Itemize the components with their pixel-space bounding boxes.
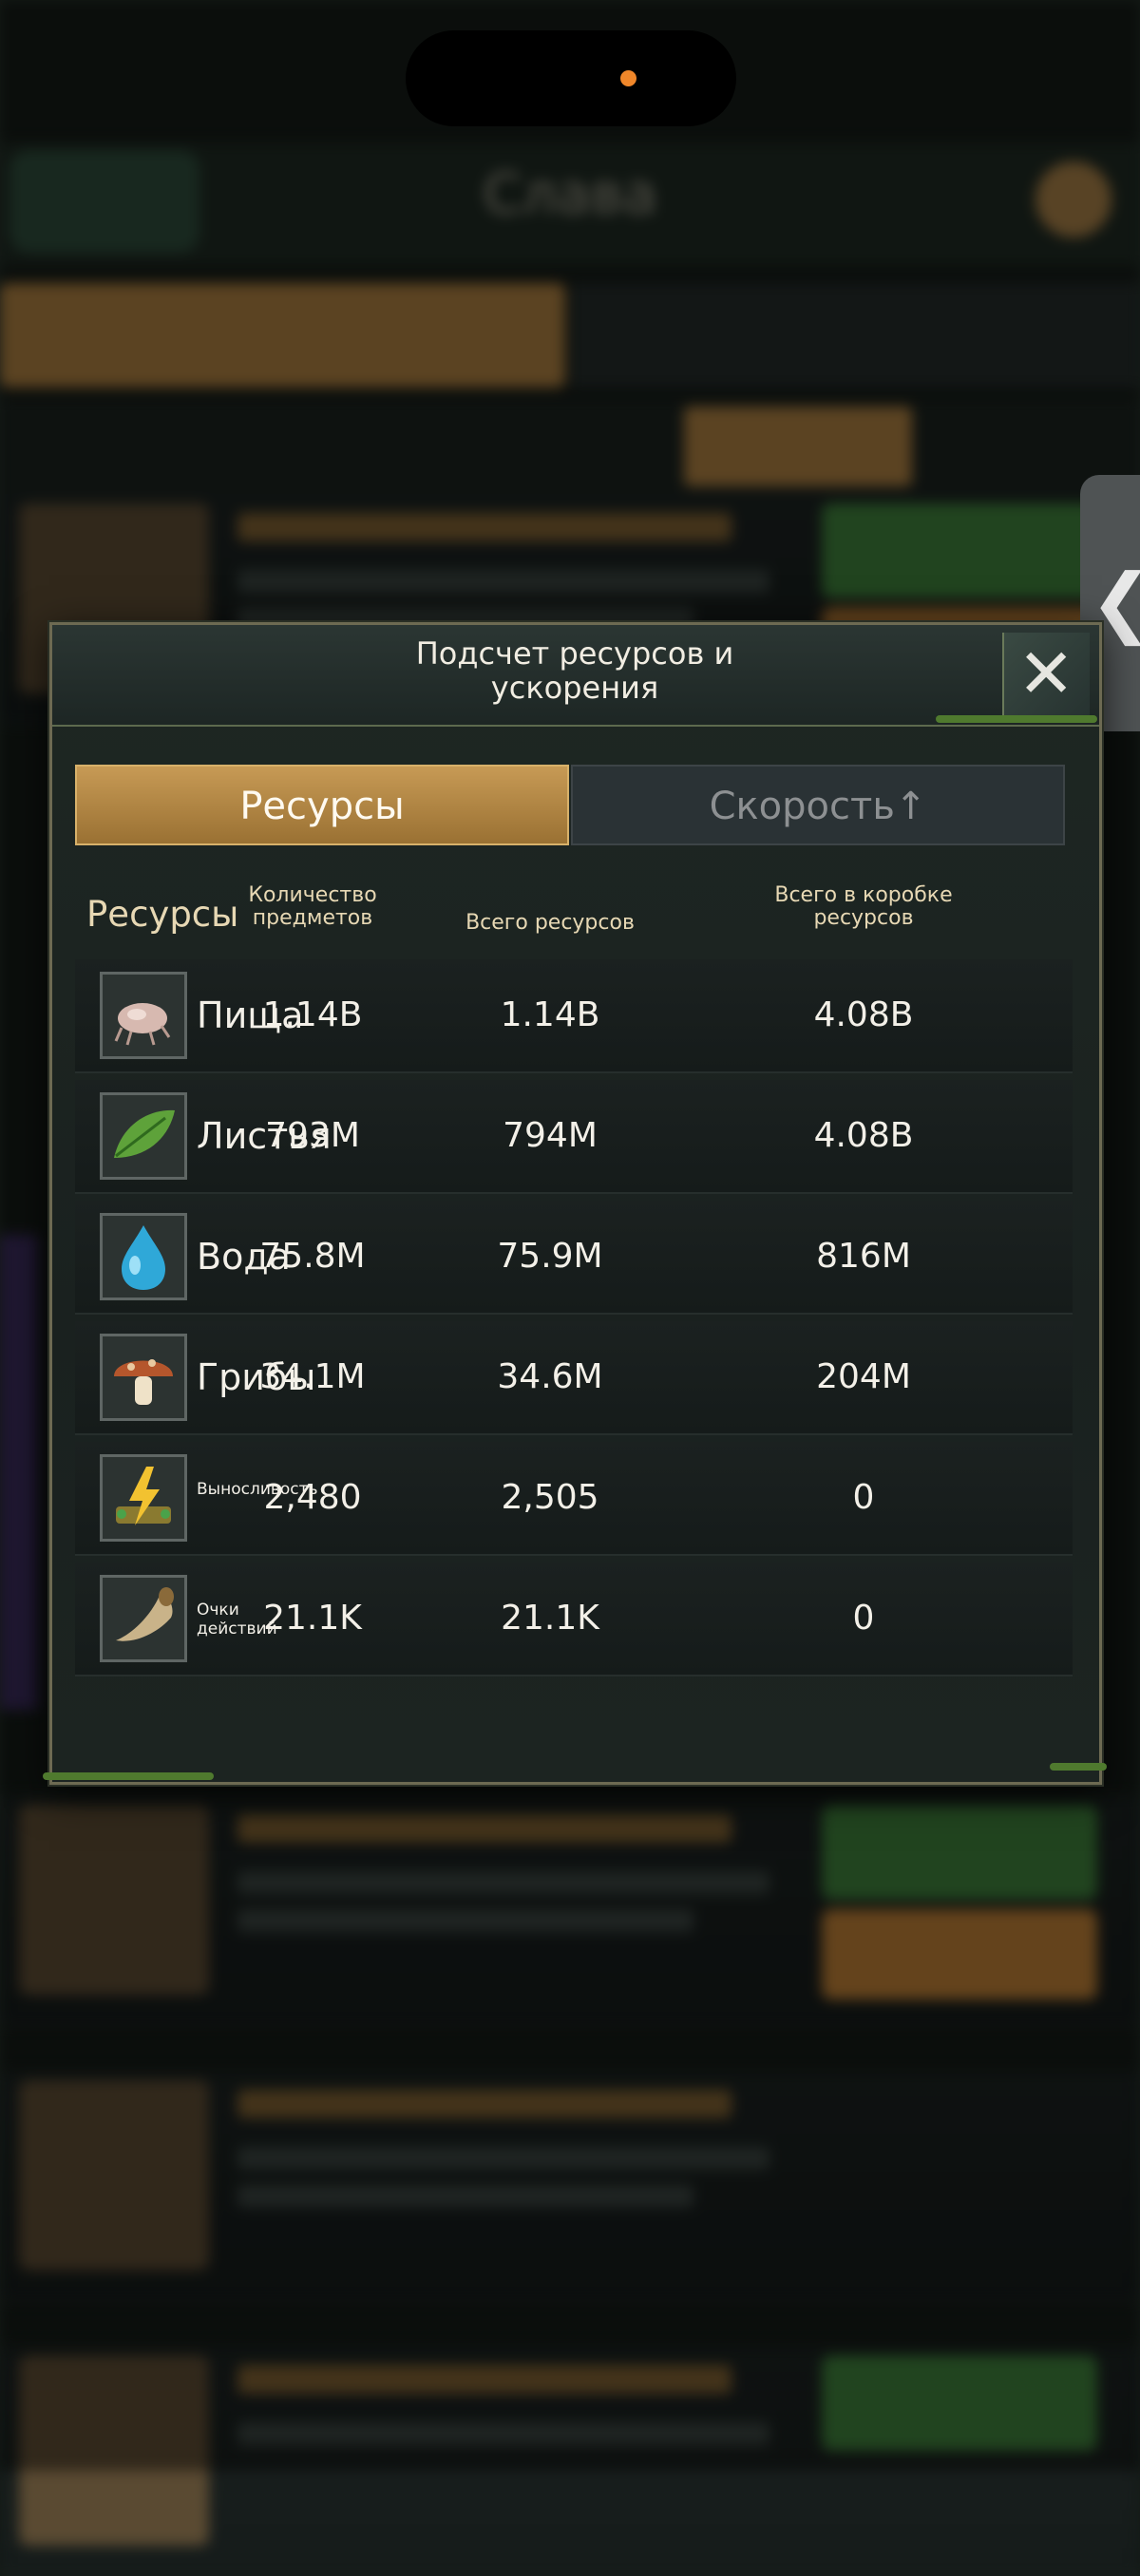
vine-decoration — [43, 1772, 214, 1780]
box-total-value: 816M — [816, 1237, 911, 1276]
vine-decoration — [936, 715, 1097, 723]
close-button[interactable]: ✕ — [1002, 633, 1090, 718]
recording-indicator — [620, 70, 636, 86]
leaves-icon — [100, 1092, 187, 1180]
table-header: Ресурсы Количество предметов Всего ресур… — [75, 877, 1073, 953]
close-icon: ✕ — [1017, 634, 1075, 713]
quantity-value: 793M — [265, 1116, 360, 1155]
table-row: Грибы 34.1M 34.6M 204M — [75, 1321, 1073, 1435]
resource-count-dialog: Подсчет ресурсов и ускорения ✕ Ресурсы С… — [43, 622, 1107, 1785]
column-header-quantity: Количество предметов — [248, 883, 377, 930]
box-total-value: 0 — [852, 1599, 875, 1638]
vine-decoration — [1050, 1763, 1107, 1771]
water-icon — [100, 1213, 187, 1300]
total-value: 2,505 — [501, 1478, 599, 1517]
table-row: Вода 75.8M 75.9M 816M — [75, 1201, 1073, 1315]
dialog-tabs: Ресурсы Скорость↑ — [75, 765, 1065, 845]
tab-resources[interactable]: Ресурсы — [75, 765, 569, 845]
dialog-title: Подсчет ресурсов и ускорения — [415, 635, 734, 706]
table-row: Выносливость 2,480 2,505 0 — [75, 1442, 1073, 1556]
dialog-header: Подсчет ресурсов и ускорения ✕ — [52, 625, 1099, 727]
column-header-box-total: Всего в коробке ресурсов — [774, 883, 953, 930]
quantity-value: 75.8M — [259, 1237, 366, 1276]
total-value: 1.14B — [500, 995, 600, 1034]
total-value: 34.6M — [497, 1357, 603, 1396]
mushroom-icon — [100, 1334, 187, 1421]
food-icon — [100, 972, 187, 1059]
table-row: Пища 1.14B 1.14B 4.08B — [75, 959, 1073, 1073]
box-total-value: 0 — [852, 1478, 875, 1517]
stamina-icon — [100, 1454, 187, 1542]
table-row: Очки действий 21.1K 21.1K 0 — [75, 1563, 1073, 1676]
total-value: 75.9M — [497, 1237, 603, 1276]
quantity-value: 21.1K — [263, 1599, 362, 1638]
horn-icon — [100, 1575, 187, 1662]
quantity-value: 1.14B — [262, 995, 363, 1034]
total-value: 794M — [503, 1116, 598, 1155]
box-total-value: 4.08B — [813, 1116, 914, 1155]
column-header-total: Всего ресурсов — [466, 911, 635, 935]
quantity-value: 34.1M — [259, 1357, 366, 1396]
box-total-value: 4.08B — [813, 995, 914, 1034]
camera-island — [406, 30, 736, 126]
quantity-value: 2,480 — [263, 1478, 362, 1517]
box-total-value: 204M — [816, 1357, 911, 1396]
table-row: Листья 793M 794M 4.08B — [75, 1080, 1073, 1194]
tab-speedups[interactable]: Скорость↑ — [571, 765, 1065, 845]
total-value: 21.1K — [501, 1599, 599, 1638]
